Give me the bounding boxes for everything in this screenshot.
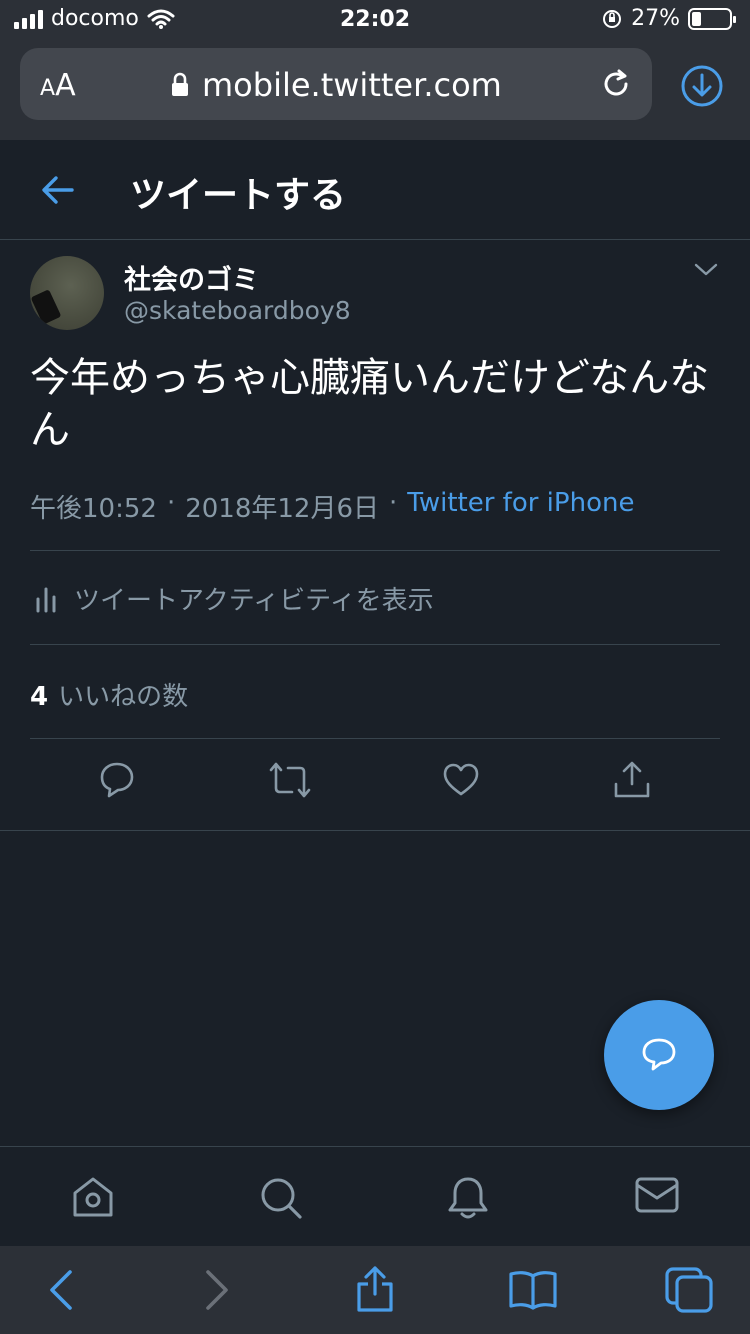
page-header: ツイートする bbox=[0, 140, 750, 240]
reload-icon[interactable] bbox=[598, 66, 634, 102]
url-text: mobile.twitter.com bbox=[202, 66, 502, 104]
tweet-source-link[interactable]: Twitter for iPhone bbox=[407, 488, 634, 525]
reply-icon[interactable] bbox=[98, 760, 136, 800]
bookmarks-icon[interactable] bbox=[508, 1268, 558, 1310]
meta-separator: · bbox=[389, 488, 398, 518]
author-handle[interactable]: @skateboardboy8 bbox=[124, 296, 351, 325]
bar-chart-icon bbox=[36, 587, 56, 612]
share-icon[interactable] bbox=[354, 1264, 396, 1314]
address-bar[interactable]: AA mobile.twitter.com bbox=[20, 48, 652, 120]
tweet-date[interactable]: 2018年12月6日 bbox=[185, 488, 379, 525]
tweet-text: 今年めっちゃ心臓痛いんだけどなんなん bbox=[30, 355, 710, 453]
orientation-lock-icon bbox=[603, 9, 622, 28]
search-icon[interactable] bbox=[258, 1175, 304, 1221]
divider bbox=[30, 550, 720, 551]
tabs-icon[interactable] bbox=[664, 1266, 714, 1314]
mail-icon[interactable] bbox=[634, 1175, 680, 1215]
divider bbox=[0, 830, 750, 831]
tab-bar bbox=[0, 1146, 750, 1246]
divider bbox=[30, 738, 720, 739]
tweet-time[interactable]: 午後10:52 bbox=[30, 488, 157, 525]
tweet-activity-link[interactable]: ツイートアクティビティを表示 bbox=[34, 580, 434, 617]
chevron-down-icon[interactable] bbox=[694, 262, 718, 278]
browser-toolbar: AA mobile.twitter.com bbox=[0, 40, 750, 140]
likes-label: いいねの数 bbox=[58, 682, 189, 712]
page-title: ツイートする bbox=[130, 175, 347, 216]
back-icon[interactable] bbox=[46, 1268, 76, 1312]
retweet-icon[interactable] bbox=[268, 760, 312, 800]
url-display[interactable]: mobile.twitter.com bbox=[170, 66, 502, 104]
likes-summary[interactable]: 4 いいねの数 bbox=[30, 676, 188, 713]
compose-button[interactable] bbox=[604, 1000, 714, 1110]
author-name[interactable]: 社会のゴミ bbox=[124, 258, 259, 297]
arrow-left-icon[interactable] bbox=[40, 173, 76, 207]
download-icon[interactable] bbox=[680, 64, 724, 108]
bell-icon[interactable] bbox=[446, 1175, 490, 1221]
text-size-button[interactable]: AA bbox=[40, 68, 76, 103]
meta-separator: · bbox=[166, 488, 176, 518]
divider bbox=[30, 644, 720, 645]
status-right: 27% bbox=[601, 6, 736, 31]
battery-icon bbox=[688, 7, 736, 30]
share-icon[interactable] bbox=[612, 760, 652, 800]
lock-icon bbox=[172, 72, 188, 96]
tweet-meta: 午後10:52 · 2018年12月6日 · Twitter for iPhon… bbox=[30, 488, 634, 525]
browser-bottom-toolbar bbox=[0, 1246, 750, 1334]
compose-icon bbox=[642, 1038, 676, 1071]
status-bar: docomo 22:02 27% bbox=[0, 0, 750, 40]
avatar[interactable] bbox=[30, 256, 104, 330]
tweet-actions bbox=[0, 760, 750, 812]
battery-percent: 27% bbox=[631, 6, 680, 31]
activity-label: ツイートアクティビティを表示 bbox=[74, 586, 434, 616]
home-icon[interactable] bbox=[70, 1175, 116, 1219]
heart-icon[interactable] bbox=[441, 760, 481, 800]
likes-count: 4 bbox=[30, 682, 49, 712]
forward-icon[interactable] bbox=[202, 1268, 232, 1312]
